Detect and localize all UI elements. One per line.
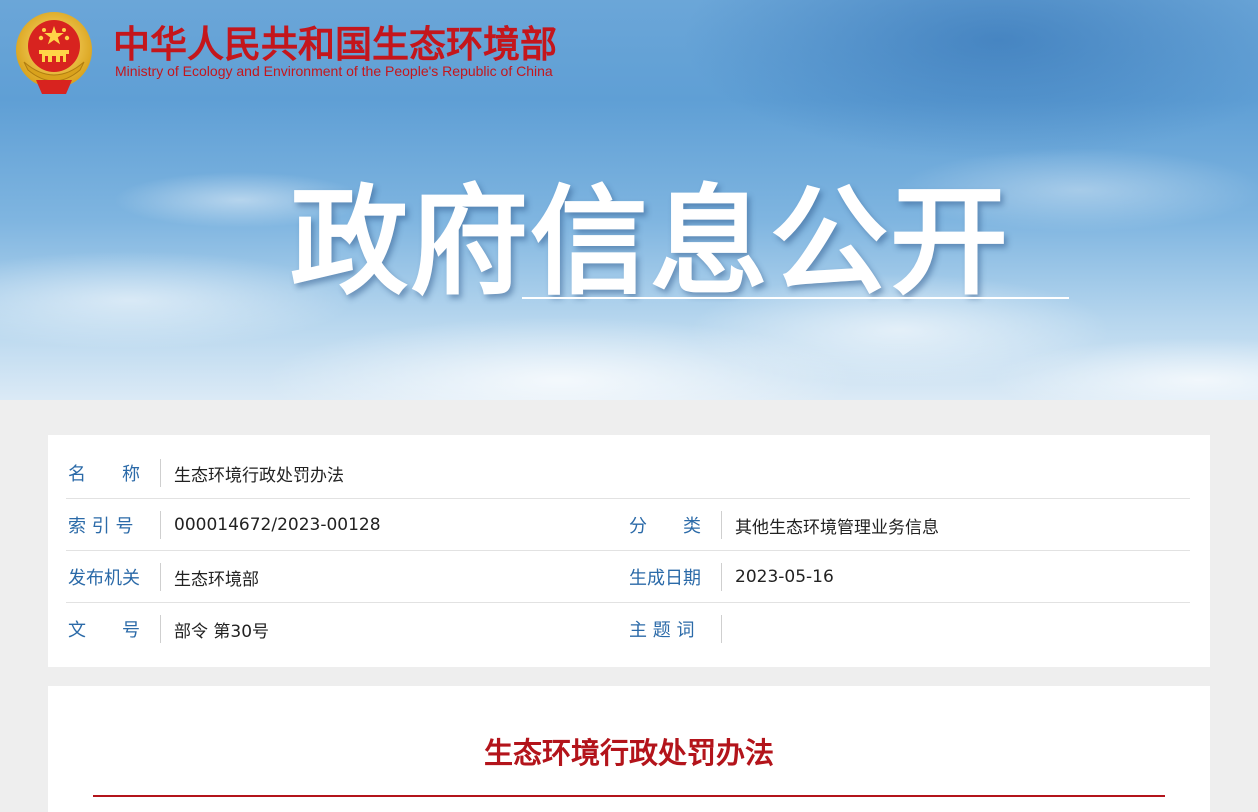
divider — [721, 615, 722, 643]
category-label: 分 类 — [629, 516, 701, 537]
name-value: 生态环境行政处罚办法 — [174, 465, 344, 486]
category-value: 其他生态环境管理业务信息 — [735, 517, 939, 538]
index-label: 索 引 号 — [68, 516, 134, 537]
document-title: 生态环境行政处罚办法 — [483, 736, 774, 770]
divider — [721, 511, 722, 539]
date-label: 生成日期 — [629, 568, 701, 589]
docno-label: 文 号 — [68, 620, 140, 641]
divider — [160, 615, 161, 643]
site-title-en: Ministry of Ecology and Environment of t… — [115, 63, 553, 79]
site-title-cn: 中华人民共和国生态环境部 — [113, 23, 557, 66]
hero-title: 政府信息公开 — [290, 173, 1011, 311]
index-value: 000014672/2023-00128 — [174, 515, 381, 535]
metadata-row-name: 名 称 生态环境行政处罚办法 — [66, 447, 1190, 499]
divider — [160, 459, 161, 487]
metadata-row-docno: 文 号 部令 第30号 主 题 词 — [66, 603, 1190, 655]
divider — [160, 563, 161, 591]
hero-underline — [522, 297, 1069, 299]
keyword-label: 主 题 词 — [629, 620, 695, 641]
metadata-row-index: 索 引 号 000014672/2023-00128 分 类 其他生态环境管理业… — [66, 499, 1190, 551]
issuer-label: 发布机关 — [68, 568, 140, 589]
national-emblem-icon — [16, 12, 92, 94]
docno-value: 部令 第30号 — [174, 621, 270, 642]
divider — [721, 563, 722, 591]
name-label: 名 称 — [68, 464, 140, 485]
metadata-table: 名 称 生态环境行政处罚办法 索 引 号 000014672/2023-0012… — [48, 435, 1210, 667]
site-logo-link[interactable]: 中华人民共和国生态环境部 Ministry of Ecology and Env… — [0, 0, 590, 100]
date-value: 2023-05-16 — [735, 567, 834, 587]
divider — [160, 511, 161, 539]
metadata-row-issuer: 发布机关 生态环境部 生成日期 2023-05-16 — [66, 551, 1190, 603]
document-title-rule — [93, 795, 1165, 797]
issuer-value: 生态环境部 — [174, 569, 259, 590]
